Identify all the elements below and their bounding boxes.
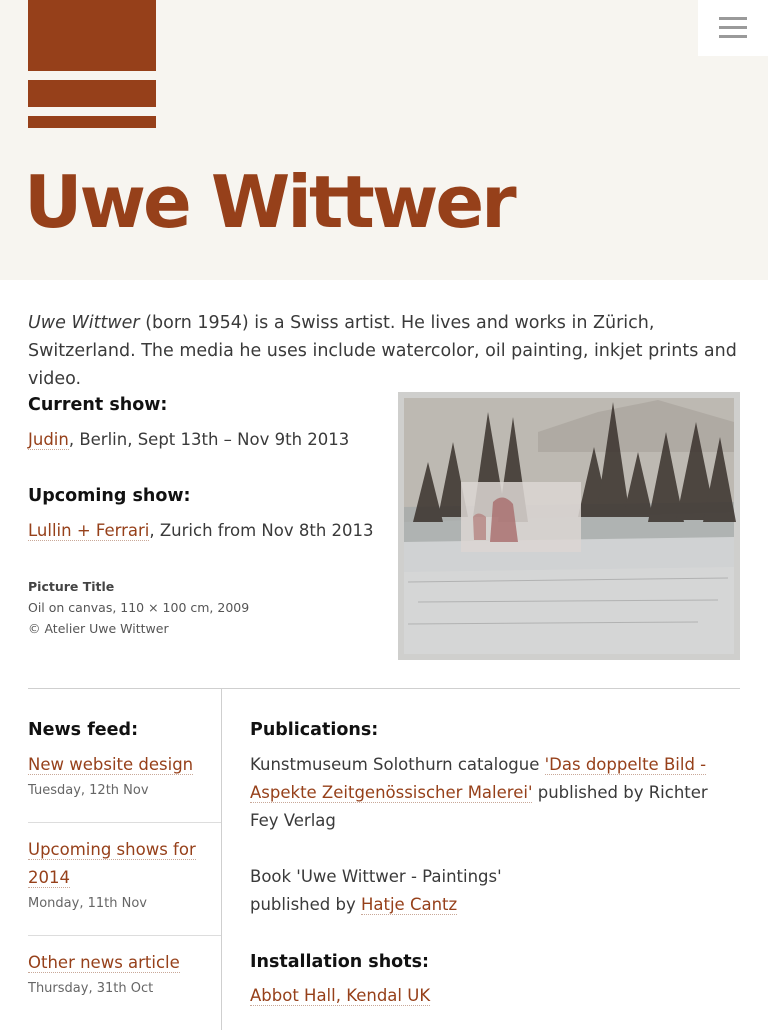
publications-heading: Publications:	[250, 720, 379, 740]
column-divider	[221, 689, 222, 1030]
site-logo[interactable]	[28, 0, 156, 128]
picture-medium: Oil on canvas, 110 × 100 cm, 2009	[28, 600, 250, 615]
publication-entry: Kunstmuseum Solothurn catalogue 'Das dop…	[250, 755, 708, 830]
publisher-link[interactable]: Hatje Cantz	[360, 895, 458, 915]
installation-link[interactable]: Abbot Hall, Kendal UK	[250, 986, 431, 1006]
site-header: Uwe Wittwer	[0, 0, 768, 280]
news-item: Upcoming shows for 2014 Monday, 11th Nov	[28, 836, 221, 911]
picture-copyright: © Atelier Uwe Wittwer	[28, 621, 169, 636]
artist-name: Uwe Wittwer	[28, 313, 140, 333]
news-item-date: Monday, 11th Nov	[28, 896, 147, 911]
news-item-link[interactable]: New website design	[28, 755, 194, 775]
news-item-date: Tuesday, 12th Nov	[28, 783, 149, 798]
intro-paragraph: Uwe Wittwer (born 1954) is a Swiss artis…	[28, 309, 740, 393]
page-title: Uwe Wittwer	[24, 160, 517, 244]
logo-bar-bottom	[28, 116, 156, 128]
publication-entry: Book 'Uwe Wittwer - Paintings' published …	[250, 867, 502, 915]
news-divider	[28, 935, 221, 936]
picture-title: Picture Title	[28, 579, 115, 594]
news-item: Other news article Thursday, 31th Oct	[28, 949, 221, 996]
news-item-link[interactable]: Upcoming shows for 2014	[28, 840, 196, 888]
current-show-link[interactable]: Judin	[28, 430, 69, 450]
upcoming-show-link[interactable]: Lullin + Ferrari	[28, 521, 150, 541]
upcoming-show-text: Lullin + Ferrari, Zurich from Nov 8th 20…	[28, 521, 374, 541]
section-divider	[28, 688, 740, 689]
news-item-date: Thursday, 31th Oct	[28, 981, 154, 996]
current-show-heading: Current show:	[28, 395, 168, 415]
news-divider	[28, 822, 221, 823]
current-show-text: Judin, Berlin, Sept 13th – Nov 9th 2013	[28, 430, 350, 450]
news-feed-heading: News feed:	[28, 720, 139, 740]
logo-bar-middle	[28, 80, 156, 107]
painting-image	[398, 392, 740, 660]
news-item-link[interactable]: Other news article	[28, 953, 180, 973]
featured-painting[interactable]	[398, 392, 740, 660]
upcoming-show-heading: Upcoming show:	[28, 486, 191, 506]
installation-entry: Abbot Hall, Kendal UK	[250, 982, 431, 1010]
picture-caption: Picture Title Oil on canvas, 110 × 100 c…	[28, 576, 249, 639]
logo-bar-top	[28, 0, 156, 71]
installation-heading: Installation shots:	[250, 952, 429, 972]
news-item: New website design Tuesday, 12th Nov	[28, 751, 221, 798]
hamburger-menu-icon[interactable]	[698, 0, 768, 56]
